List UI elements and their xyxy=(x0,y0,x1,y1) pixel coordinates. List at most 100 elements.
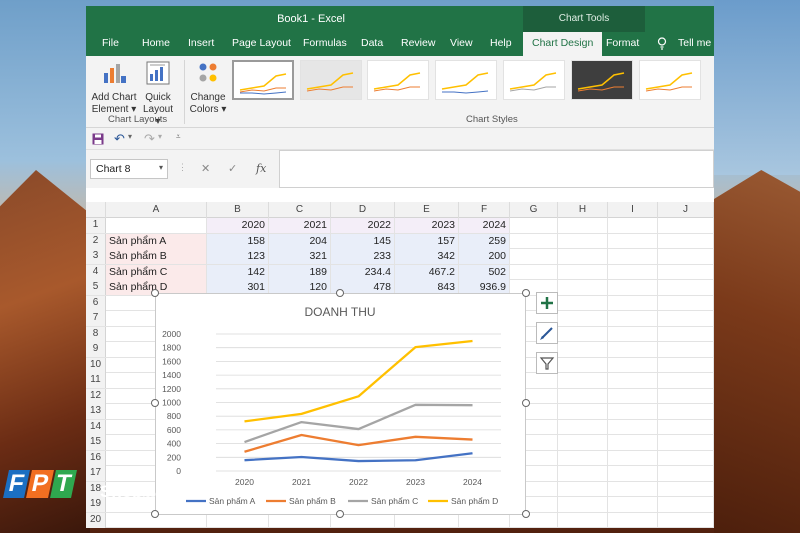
cell[interactable] xyxy=(658,512,714,528)
cell[interactable] xyxy=(558,295,608,311)
cell[interactable] xyxy=(558,233,608,249)
cell[interactable]: 502 xyxy=(459,264,510,280)
cell[interactable] xyxy=(608,435,658,450)
cell[interactable] xyxy=(658,280,714,295)
chart-styles-button[interactable] xyxy=(536,322,558,344)
customize-qat-icon[interactable]: ⩡ xyxy=(176,132,181,142)
cell[interactable] xyxy=(608,466,658,481)
chart-style-5[interactable] xyxy=(503,60,565,100)
cell[interactable] xyxy=(510,218,558,233)
cell[interactable] xyxy=(558,466,608,481)
cell[interactable]: 234.4 xyxy=(331,264,395,280)
chart-style-4[interactable] xyxy=(435,60,497,100)
cell[interactable] xyxy=(658,481,714,497)
cell[interactable] xyxy=(558,512,608,528)
cell[interactable] xyxy=(658,249,714,264)
cell[interactable] xyxy=(658,342,714,357)
chart-style-1[interactable] xyxy=(232,60,294,100)
cell[interactable]: Sản phẩm C xyxy=(106,264,207,280)
cell[interactable] xyxy=(608,295,658,311)
column-header-j[interactable]: J xyxy=(658,202,714,218)
cell[interactable] xyxy=(658,326,714,342)
row-header[interactable]: 2 xyxy=(86,233,106,249)
cell[interactable] xyxy=(608,311,658,326)
cell[interactable]: 2024 xyxy=(459,218,510,233)
cell[interactable] xyxy=(558,342,608,357)
cell[interactable] xyxy=(510,264,558,280)
redo-dropdown-icon[interactable]: ▾ xyxy=(158,132,162,141)
row-header[interactable]: 15 xyxy=(86,435,106,450)
cell[interactable] xyxy=(658,466,714,481)
chart-resize-handle[interactable] xyxy=(151,399,159,407)
tab-page-layout[interactable]: Page Layout xyxy=(232,37,291,49)
cell[interactable] xyxy=(608,388,658,404)
cell[interactable]: 2022 xyxy=(331,218,395,233)
cell[interactable]: 2021 xyxy=(269,218,331,233)
cell[interactable] xyxy=(608,233,658,249)
row-header[interactable]: 4 xyxy=(86,264,106,280)
undo-dropdown-icon[interactable]: ▾ xyxy=(128,132,132,141)
column-header-g[interactable]: G xyxy=(510,202,558,218)
cell[interactable] xyxy=(658,435,714,450)
cell[interactable] xyxy=(558,435,608,450)
row-header[interactable]: 11 xyxy=(86,373,106,388)
add-chart-element-button[interactable]: Add Chart Element ▾ xyxy=(90,60,138,116)
row-header[interactable]: 9 xyxy=(86,342,106,357)
cell[interactable]: 142 xyxy=(207,264,269,280)
cell[interactable] xyxy=(510,249,558,264)
redo-icon[interactable]: ↷ xyxy=(144,131,155,147)
tab-review[interactable]: Review xyxy=(401,37,435,49)
chart-filters-button[interactable] xyxy=(536,352,558,374)
tab-insert[interactable]: Insert xyxy=(188,37,214,49)
tab-formulas[interactable]: Formulas xyxy=(303,37,347,49)
chart-resize-handle[interactable] xyxy=(522,510,530,518)
cell[interactable] xyxy=(608,419,658,435)
cell[interactable] xyxy=(608,264,658,280)
row-header[interactable]: 7 xyxy=(86,311,106,326)
chart-resize-handle[interactable] xyxy=(336,289,344,297)
row-header[interactable]: 14 xyxy=(86,419,106,435)
cell[interactable]: Sản phẩm B xyxy=(106,249,207,264)
cell[interactable]: 145 xyxy=(331,233,395,249)
select-all-corner[interactable] xyxy=(86,202,106,218)
lightbulb-icon[interactable] xyxy=(657,37,667,53)
insert-function-icon[interactable]: fx xyxy=(256,162,266,175)
column-header-f[interactable]: F xyxy=(459,202,510,218)
column-header-e[interactable]: E xyxy=(395,202,459,218)
cell[interactable] xyxy=(658,419,714,435)
chart[interactable]: DOANH THU 0 200 400 600 800 1000 1200 1400 1600 18… xyxy=(155,293,526,515)
chart-resize-handle[interactable] xyxy=(522,399,530,407)
cell[interactable] xyxy=(658,295,714,311)
cell[interactable] xyxy=(658,450,714,466)
tab-format[interactable]: Format xyxy=(606,37,639,49)
cell[interactable] xyxy=(658,357,714,373)
cell[interactable]: 342 xyxy=(395,249,459,264)
column-header-d[interactable]: D xyxy=(331,202,395,218)
cell[interactable] xyxy=(608,512,658,528)
cell[interactable] xyxy=(658,233,714,249)
cell[interactable] xyxy=(658,497,714,512)
row-header[interactable]: 5 xyxy=(86,280,106,295)
row-header[interactable]: 6 xyxy=(86,295,106,311)
chart-resize-handle[interactable] xyxy=(522,289,530,297)
cell[interactable]: 200 xyxy=(459,249,510,264)
cell[interactable] xyxy=(608,450,658,466)
cell[interactable] xyxy=(558,419,608,435)
cell[interactable] xyxy=(608,497,658,512)
cell[interactable]: 123 xyxy=(207,249,269,264)
chart-resize-handle[interactable] xyxy=(151,289,159,297)
cell[interactable] xyxy=(658,218,714,233)
cell[interactable] xyxy=(608,357,658,373)
column-header-a[interactable]: A xyxy=(106,202,207,218)
cell[interactable] xyxy=(608,342,658,357)
chart-style-7[interactable] xyxy=(639,60,701,100)
cell[interactable] xyxy=(608,280,658,295)
cell[interactable] xyxy=(558,326,608,342)
undo-icon[interactable]: ↶ xyxy=(114,131,125,147)
confirm-entry-icon[interactable]: ✓ xyxy=(228,162,237,175)
cell[interactable] xyxy=(608,249,658,264)
cell[interactable] xyxy=(558,280,608,295)
save-icon[interactable] xyxy=(92,133,104,145)
cell[interactable] xyxy=(608,326,658,342)
row-header[interactable]: 16 xyxy=(86,450,106,466)
